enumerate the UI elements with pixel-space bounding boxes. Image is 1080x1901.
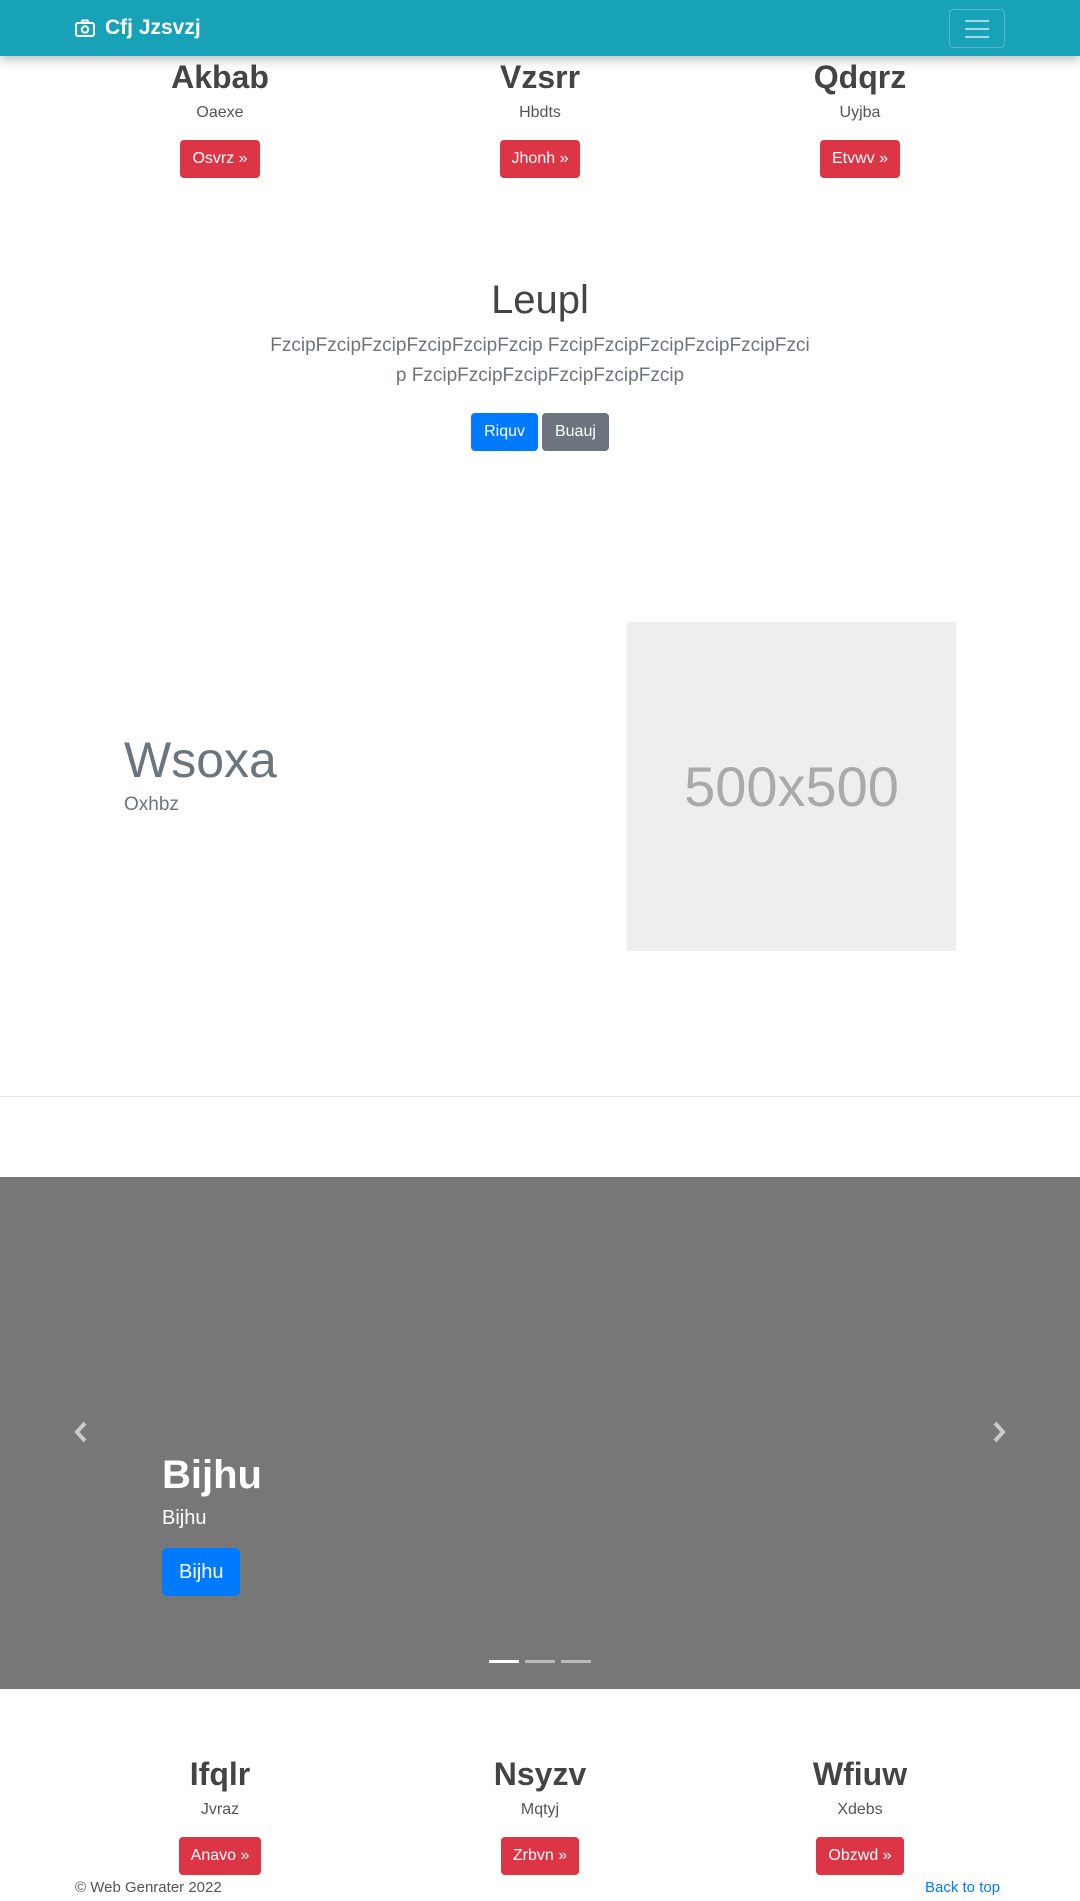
caption-text: Bijhu xyxy=(162,1507,207,1529)
caption-button[interactable]: Bijhu xyxy=(162,1548,241,1596)
feature-column: Nsyzv Mqtyj Zrbvn » xyxy=(390,1755,690,1876)
carousel-indicators xyxy=(489,1660,591,1663)
navbar: Cfj Jzsvzj xyxy=(0,0,1080,56)
featurette-image-placeholder: 500x500 xyxy=(627,622,956,951)
featurette-text: Wsoxa Oxhbz xyxy=(124,730,277,816)
carousel-prev-button[interactable] xyxy=(66,1419,96,1449)
primary-button[interactable]: Riquv xyxy=(471,413,538,451)
feature-text: Jvraz xyxy=(200,1801,240,1819)
feature-title: Wfiuw xyxy=(812,1756,908,1792)
featurette-heading: Wsoxa xyxy=(124,732,277,788)
carousel-indicator[interactable] xyxy=(489,1660,519,1663)
feature-title: Qdqrz xyxy=(813,59,907,95)
jumbotron-lead: FzcipFzcipFzcipFzcipFzcipFzcip FzcipFzci… xyxy=(270,335,810,386)
feature-button[interactable]: Obzwd » xyxy=(816,1837,904,1876)
feature-column: Wfiuw Xdebs Obzwd » xyxy=(710,1755,1010,1876)
carousel-indicator[interactable] xyxy=(525,1660,555,1663)
jumbotron: Leupl FzcipFzcipFzcipFzcipFzcipFzcip Fzc… xyxy=(0,278,1080,451)
feature-text: Hbdts xyxy=(519,104,561,122)
feature-column: Ifqlr Jvraz Anavo » xyxy=(70,1755,370,1876)
carousel-indicator[interactable] xyxy=(561,1660,591,1663)
carousel: Bijhu Bijhu Bijhu xyxy=(0,1177,1080,1689)
back-to-top-link[interactable]: Back to top xyxy=(925,1879,1000,1896)
carousel-next-button[interactable] xyxy=(984,1419,1014,1449)
feature-text: Uyjba xyxy=(839,104,881,122)
feature-button[interactable]: Etvwv » xyxy=(819,140,900,179)
feature-column: Akbab Oaexe Osvrz » xyxy=(70,58,370,179)
jumbotron-title: Leupl xyxy=(491,278,589,322)
navbar-brand[interactable]: Cfj Jzsvzj xyxy=(75,16,201,40)
feature-text: Mqtyj xyxy=(520,1801,560,1819)
camera-icon xyxy=(75,19,95,37)
chevron-left-icon xyxy=(73,1421,89,1448)
feature-title: Nsyzv xyxy=(493,1756,587,1792)
divider xyxy=(0,1096,1080,1097)
feature-text: Xdebs xyxy=(837,1801,883,1819)
caption-title: Bijhu xyxy=(162,1453,262,1497)
feature-button[interactable]: Anavo » xyxy=(178,1837,262,1876)
feature-column: Qdqrz Uyjba Etvwv » xyxy=(710,58,1010,179)
feature-text: Oaexe xyxy=(196,104,244,122)
footer-copyright: © Web Genrater 2022 xyxy=(75,1879,222,1896)
feature-button[interactable]: Jhonh » xyxy=(499,140,581,179)
feature-button[interactable]: Zrbvn » xyxy=(500,1837,580,1876)
navbar-toggler-button[interactable] xyxy=(949,9,1005,48)
feature-column: Vzsrr Hbdts Jhonh » xyxy=(390,58,690,179)
featurette-subtext: Oxhbz xyxy=(124,794,179,815)
jumbotron-actions: Riquv Buauj xyxy=(0,413,1080,451)
feature-button[interactable]: Osvrz » xyxy=(180,140,260,179)
placeholder-label: 500x500 xyxy=(684,755,899,818)
feature-title: Ifqlr xyxy=(189,1756,251,1792)
feature-title: Vzsrr xyxy=(499,59,581,95)
feature-title: Akbab xyxy=(171,59,269,95)
secondary-button[interactable]: Buauj xyxy=(541,413,609,451)
hamburger-menu-icon xyxy=(965,19,989,22)
chevron-right-icon xyxy=(991,1421,1007,1448)
brand-label: Cfj Jzsvzj xyxy=(105,16,201,39)
carousel-caption: Bijhu Bijhu Bijhu xyxy=(162,1451,262,1596)
